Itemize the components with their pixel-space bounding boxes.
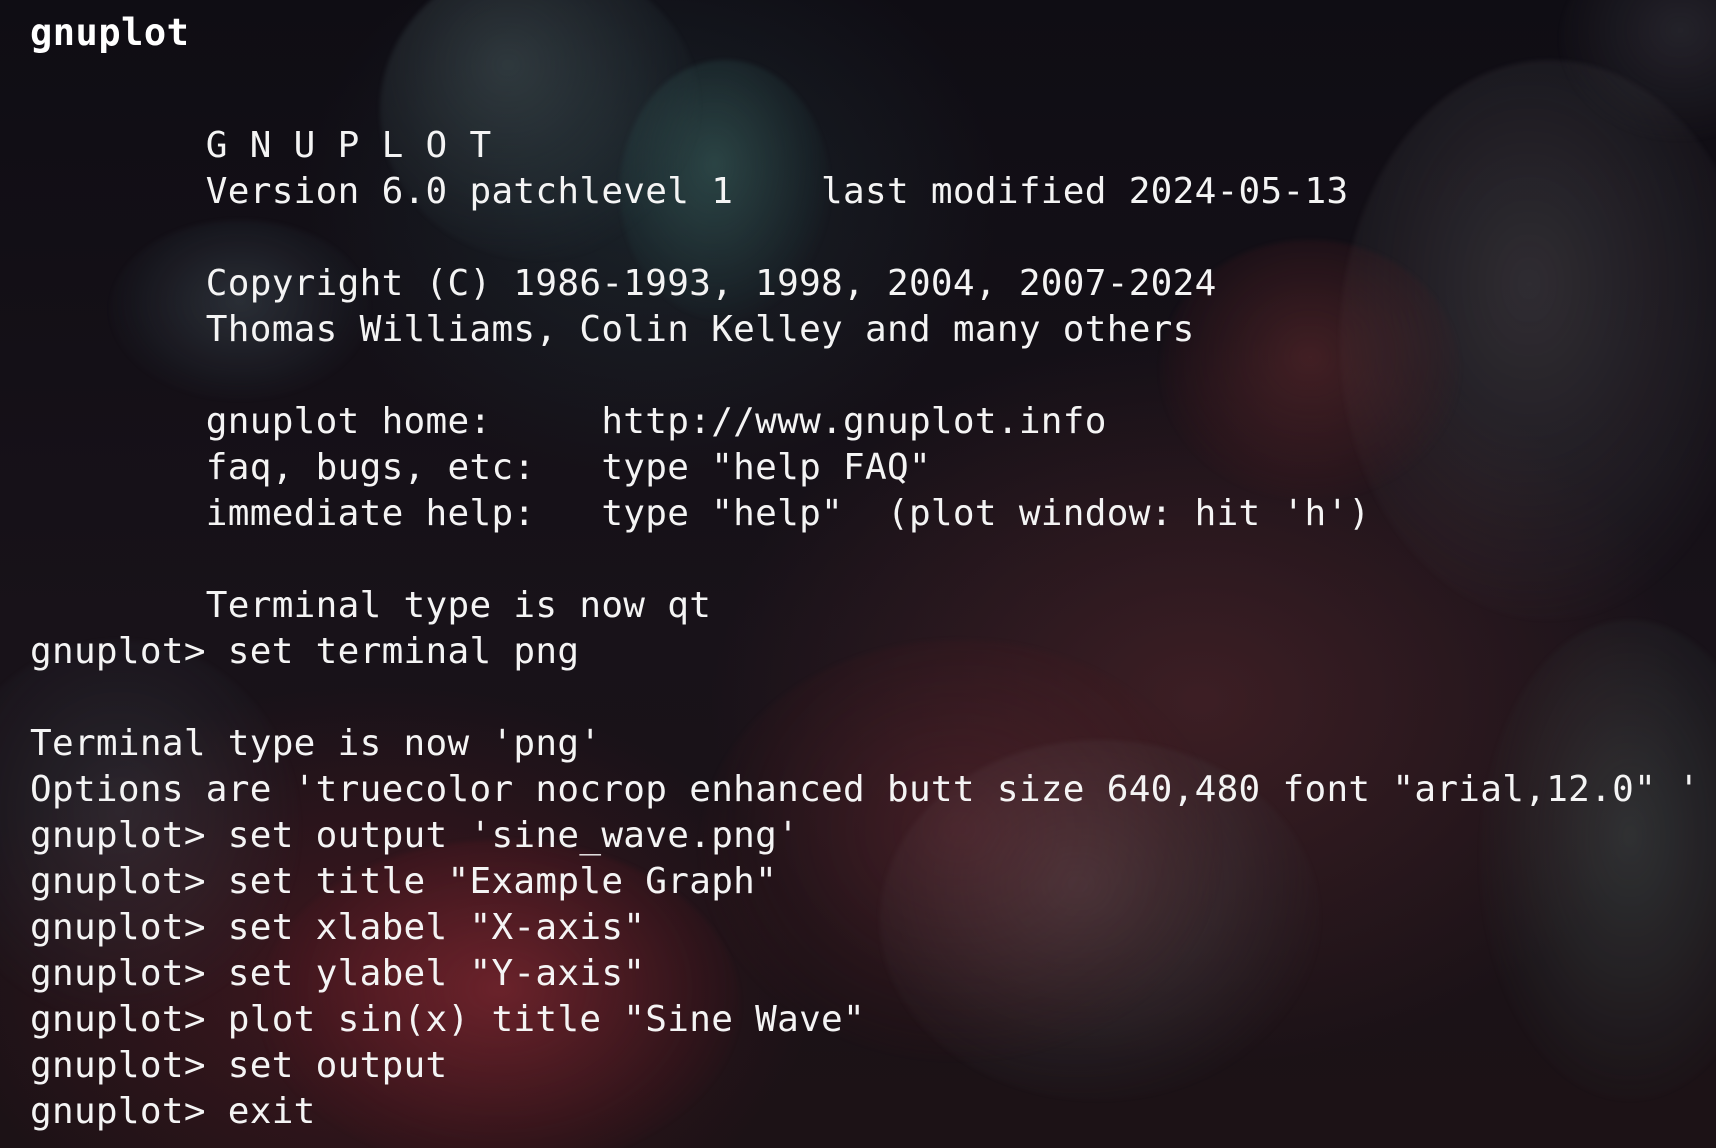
terminal-line: gnuplot> set ylabel "Y-axis" (30, 953, 646, 994)
terminal-title: gnuplot (30, 11, 190, 54)
terminal-line: gnuplot> set title "Example Graph" (30, 861, 778, 902)
terminal-line: Thomas Williams, Colin Kelley and many o… (30, 309, 1195, 350)
terminal-line: immediate help: type "help" (plot window… (30, 493, 1371, 534)
terminal-line: gnuplot> set output (30, 1045, 448, 1086)
terminal-line: Copyright (C) 1986-1993, 1998, 2004, 200… (30, 263, 1217, 304)
terminal-window[interactable]: gnuplot G N U P L O T Version 6.0 patchl… (30, 0, 1716, 1148)
terminal-line: G N U P L O T (30, 125, 492, 166)
terminal-line: gnuplot> plot sin(x) title "Sine Wave" (30, 999, 866, 1040)
terminal-line: faq, bugs, etc: type "help FAQ" (30, 447, 931, 488)
terminal-line: gnuplot> set terminal png (30, 631, 580, 672)
terminal-line: Terminal type is now 'png' (30, 723, 602, 764)
terminal-line: gnuplot> set xlabel "X-axis" (30, 907, 646, 948)
terminal-line: gnuplot home: http://www.gnuplot.info (30, 401, 1107, 442)
terminal-line: Options are 'truecolor nocrop enhanced b… (30, 769, 1701, 810)
terminal-line: gnuplot> set output 'sine_wave.png' (30, 815, 800, 856)
terminal-line: Terminal type is now qt (30, 585, 712, 626)
terminal-line: Version 6.0 patchlevel 1 last modified 2… (30, 171, 1349, 212)
terminal-line: gnuplot> exit (30, 1091, 316, 1132)
